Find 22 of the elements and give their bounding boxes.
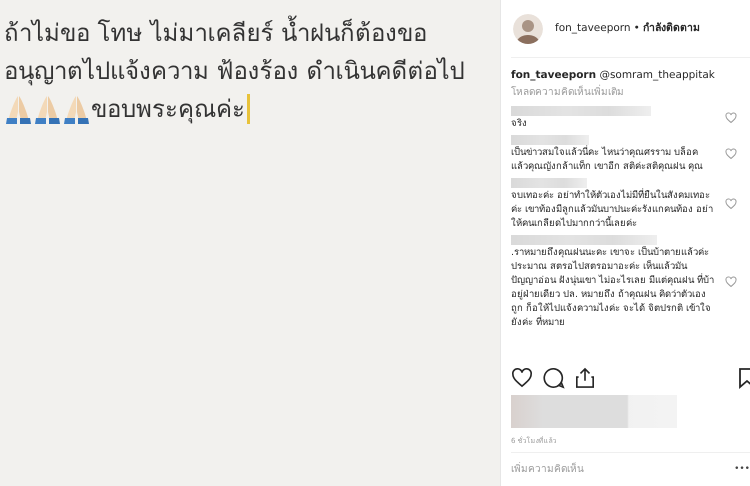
mention-link[interactable]: @somram_theappitak [599, 69, 715, 81]
like-heart-icon[interactable] [511, 368, 533, 388]
comment-text: เป็นข่าวสมใจแล้วนี่คะ ไหนว่าคุณศรราม บล็อค แล้วคุณญังกล้าแท็ก เขาอีก สติค่ะสติคุณฝน คุณ [511, 146, 704, 174]
separator-dot: • [634, 20, 640, 36]
more-options-button[interactable]: ••• [730, 462, 750, 476]
comment-text: .ราหมายถึงคุณฝนนะคะ เขาจะ เป็นบ้าตายแล้วค่ะประมาณ สตรอไปสตรอมาอะค่ะ เห็นแล้วมันปัญญาอ่อน ฝังนุ่นเขา ไม่อะไรเลย มีแต่คุณฝน ที่บ้าอยู่ฝ่ายเดียว ปล. หมายถึง ถ้าคุณฝน คิดว่าตัวเองถูก ก็อให้ไปแจ้งความไงค่ะ จะได้ จิตปรกติ เข้าใจยังค่ะ ที่หมาย [511, 246, 716, 330]
post-author-link[interactable]: fon_taveeporn [555, 20, 631, 36]
caption-username[interactable]: fon_taveeporn [511, 69, 596, 81]
post-text-line: ขอบพระคุณค่ะ [91, 94, 245, 126]
share-icon[interactable] [575, 366, 595, 388]
post-text-line: อนุญาตไปแจ้งความ ฟ้องร้อง ดำเนินคดีต่อไป [4, 56, 466, 88]
comment-icon[interactable] [543, 366, 565, 388]
comment-text: จริง [511, 117, 528, 131]
praying-hands-icon [33, 94, 62, 124]
comment-field[interactable]: เพิ่มความคิดเห็น [511, 462, 730, 477]
comment-text: จบเทอะค่ะ อย่าทำให้ตัวเองไม่มีที่ยืนในสังคมเทอะค่ะ เขาท้องมีลูกแล้วมันบาปนะค่ะรังแกคนท้อง อย่าให้คนเกลียดไปมากกว่านี้เลยค่ะ [511, 189, 714, 231]
post-text-line: ถ้าไม่ขอ โทษ ไม่มาเคลียร์ น้ำฝนก็ต้องขอ [4, 14, 500, 52]
praying-hands-icon [4, 94, 33, 124]
avatar[interactable] [513, 14, 543, 44]
praying-hands-icon [62, 94, 91, 124]
text-cursor [247, 94, 250, 124]
follow-status[interactable]: กำลังติดตาม [642, 20, 700, 36]
